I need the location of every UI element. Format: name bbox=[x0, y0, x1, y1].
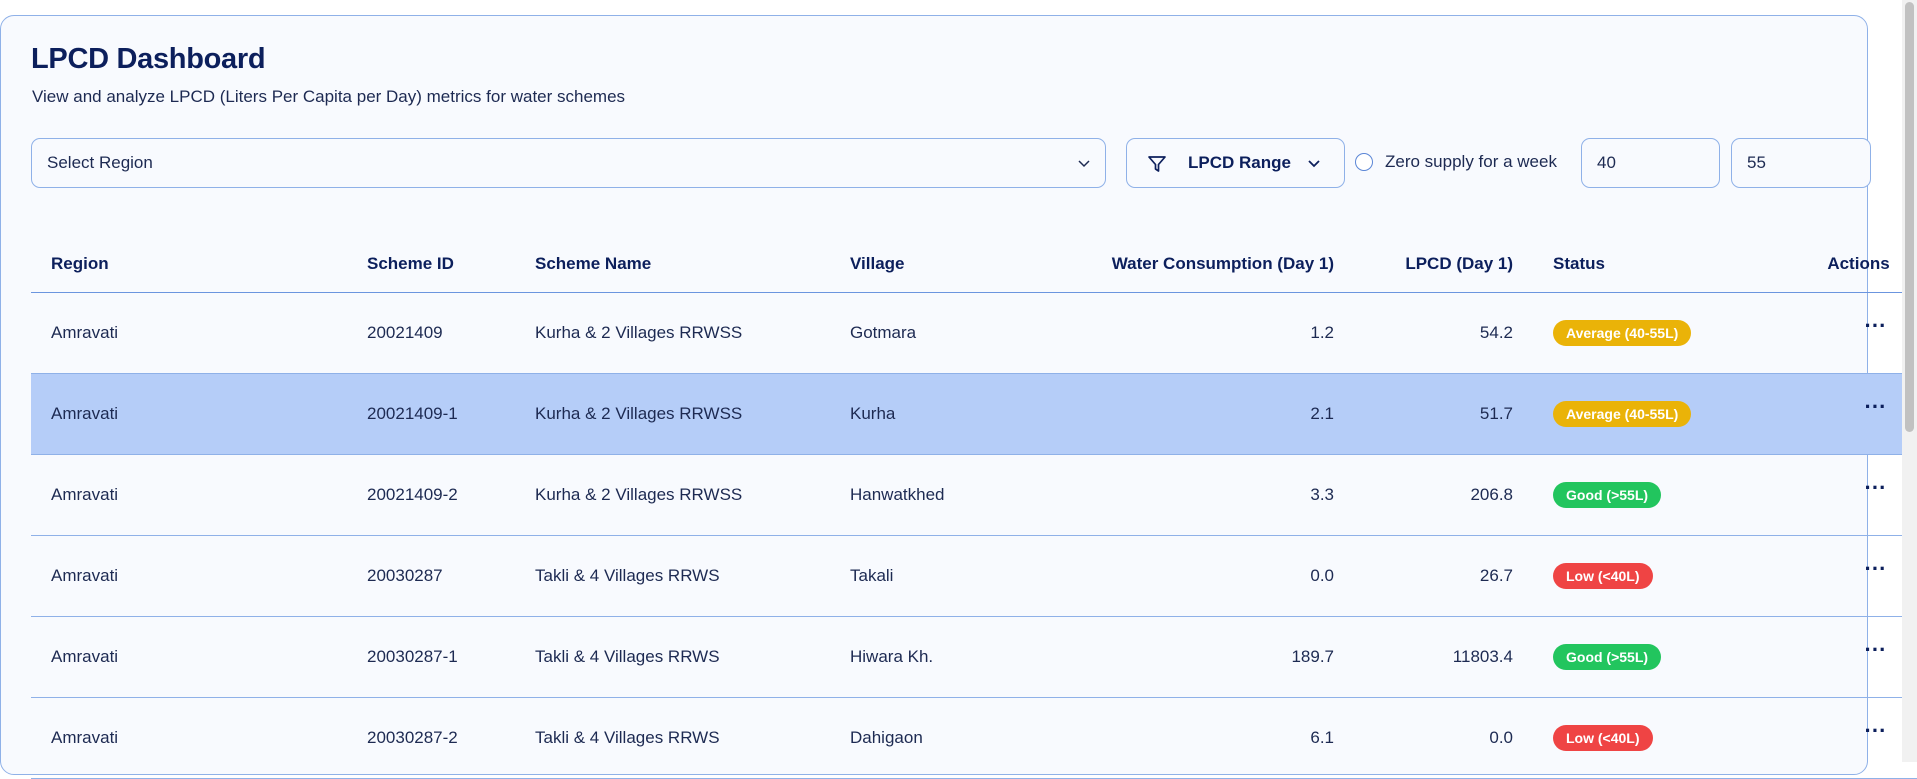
column-header-lpcd[interactable]: LPCD (Day 1) bbox=[1334, 236, 1513, 293]
cell-scheme-name: Kurha & 2 Villages RRWSS bbox=[535, 373, 850, 455]
scrollbar-thumb[interactable] bbox=[1905, 2, 1914, 432]
cell-status: Good (>55L) bbox=[1513, 454, 1788, 536]
cell-scheme-id: 20030287 bbox=[367, 535, 535, 617]
column-header-actions: Actions bbox=[1788, 236, 1917, 293]
more-horizontal-icon[interactable]: ··· bbox=[1831, 558, 1887, 580]
cell-actions: ··· bbox=[1788, 616, 1917, 698]
table-row[interactable]: Amravati 20030287-2 Takli & 4 Villages R… bbox=[31, 697, 1917, 779]
zero-supply-label: Zero supply for a week bbox=[1385, 152, 1557, 171]
cell-village: Takali bbox=[850, 535, 1040, 617]
cell-status: Low (<40L) bbox=[1513, 535, 1788, 617]
cell-water-consumption: 3.3 bbox=[1040, 454, 1334, 536]
lpcd-min-input[interactable] bbox=[1581, 138, 1720, 188]
cell-region: Amravati bbox=[31, 454, 367, 536]
cell-lpcd: 26.7 bbox=[1334, 535, 1513, 617]
region-select-label: Select Region bbox=[47, 153, 153, 172]
filter-icon bbox=[1148, 156, 1166, 172]
chevron-down-icon bbox=[1308, 160, 1320, 168]
column-header-scheme-name[interactable]: Scheme Name bbox=[535, 236, 850, 293]
column-header-village[interactable]: Village bbox=[850, 236, 1040, 293]
status-badge: Good (>55L) bbox=[1553, 644, 1662, 670]
table-row[interactable]: Amravati 20021409-2 Kurha & 2 Villages R… bbox=[31, 454, 1917, 536]
cell-scheme-name: Takli & 4 Villages RRWS bbox=[535, 535, 850, 617]
lpcd-dashboard-card: LPCD Dashboard View and analyze LPCD (Li… bbox=[0, 15, 1917, 779]
cell-scheme-id: 20021409 bbox=[367, 292, 535, 374]
cell-region: Amravati bbox=[31, 292, 367, 374]
cell-scheme-name: Kurha & 2 Villages RRWSS bbox=[535, 292, 850, 374]
status-badge: Good (>55L) bbox=[1553, 482, 1662, 508]
lpcd-max-input[interactable] bbox=[1731, 138, 1871, 188]
cell-water-consumption: 189.7 bbox=[1040, 616, 1334, 698]
table-row[interactable]: Amravati 20030287-1 Takli & 4 Villages R… bbox=[31, 616, 1917, 698]
cell-status: Average (40-55L) bbox=[1513, 373, 1788, 455]
lpcd-table: Region Scheme ID Scheme Name Village Wat… bbox=[31, 236, 1917, 779]
chevron-down-icon bbox=[1078, 160, 1090, 168]
cell-actions: ··· bbox=[1788, 292, 1917, 374]
cell-water-consumption: 2.1 bbox=[1040, 373, 1334, 455]
cell-scheme-id: 20030287-1 bbox=[367, 616, 535, 698]
cell-region: Amravati bbox=[31, 697, 367, 779]
cell-lpcd: 11803.4 bbox=[1334, 616, 1513, 698]
table-row[interactable]: Amravati 20021409 Kurha & 2 Villages RRW… bbox=[31, 292, 1917, 374]
region-select[interactable]: Select Region bbox=[31, 138, 1106, 188]
status-badge: Low (<40L) bbox=[1553, 563, 1653, 589]
cell-actions: ··· bbox=[1788, 697, 1917, 779]
column-header-scheme-id[interactable]: Scheme ID bbox=[367, 236, 535, 293]
cell-region: Amravati bbox=[31, 373, 367, 455]
table-header-row: Region Scheme ID Scheme Name Village Wat… bbox=[31, 236, 1917, 293]
cell-status: Average (40-55L) bbox=[1513, 292, 1788, 374]
cell-actions: ··· bbox=[1788, 454, 1917, 536]
status-badge: Average (40-55L) bbox=[1553, 320, 1692, 346]
cell-region: Amravati bbox=[31, 616, 367, 698]
zero-supply-radio[interactable] bbox=[1355, 153, 1373, 171]
cell-actions: ··· bbox=[1788, 535, 1917, 617]
cell-village: Kurha bbox=[850, 373, 1040, 455]
cell-village: Dahigaon bbox=[850, 697, 1040, 779]
cell-scheme-name: Kurha & 2 Villages RRWSS bbox=[535, 454, 850, 536]
table-row[interactable]: Amravati 20030287 Takli & 4 Villages RRW… bbox=[31, 535, 1917, 617]
column-header-status[interactable]: Status bbox=[1513, 236, 1788, 293]
status-badge: Average (40-55L) bbox=[1553, 401, 1692, 427]
cell-scheme-id: 20021409-1 bbox=[367, 373, 535, 455]
cell-status: Good (>55L) bbox=[1513, 616, 1788, 698]
cell-lpcd: 51.7 bbox=[1334, 373, 1513, 455]
cell-scheme-name: Takli & 4 Villages RRWS bbox=[535, 616, 850, 698]
more-horizontal-icon[interactable]: ··· bbox=[1831, 639, 1887, 661]
cell-scheme-name: Takli & 4 Villages RRWS bbox=[535, 697, 850, 779]
column-header-water-consumption[interactable]: Water Consumption (Day 1) bbox=[1040, 236, 1334, 293]
cell-village: Gotmara bbox=[850, 292, 1040, 374]
cell-water-consumption: 1.2 bbox=[1040, 292, 1334, 374]
more-horizontal-icon[interactable]: ··· bbox=[1831, 477, 1887, 499]
cell-water-consumption: 0.0 bbox=[1040, 535, 1334, 617]
table-row[interactable]: Amravati 20021409-1 Kurha & 2 Villages R… bbox=[31, 373, 1917, 455]
more-horizontal-icon[interactable]: ··· bbox=[1831, 720, 1887, 742]
cell-scheme-id: 20030287-2 bbox=[367, 697, 535, 779]
cell-region: Amravati bbox=[31, 535, 367, 617]
page-subtitle: View and analyze LPCD (Liters Per Capita… bbox=[32, 87, 626, 106]
cell-lpcd: 54.2 bbox=[1334, 292, 1513, 374]
more-horizontal-icon[interactable]: ··· bbox=[1831, 396, 1887, 418]
cell-lpcd: 206.8 bbox=[1334, 454, 1513, 536]
cell-village: Hiwara Kh. bbox=[850, 616, 1040, 698]
cell-actions: ··· bbox=[1788, 373, 1917, 455]
column-header-region[interactable]: Region bbox=[31, 236, 367, 293]
cell-status: Low (<40L) bbox=[1513, 697, 1788, 779]
page-title: LPCD Dashboard bbox=[31, 43, 266, 75]
cell-lpcd: 0.0 bbox=[1334, 697, 1513, 779]
lpcd-range-label: LPCD Range bbox=[1188, 153, 1291, 172]
lpcd-range-dropdown[interactable]: LPCD Range bbox=[1126, 138, 1345, 188]
cell-scheme-id: 20021409-2 bbox=[367, 454, 535, 536]
more-horizontal-icon[interactable]: ··· bbox=[1831, 315, 1887, 337]
status-badge: Low (<40L) bbox=[1553, 725, 1653, 751]
lpcd-table-container: Region Scheme ID Scheme Name Village Wat… bbox=[31, 236, 1917, 779]
cell-village: Hanwatkhed bbox=[850, 454, 1040, 536]
cell-water-consumption: 6.1 bbox=[1040, 697, 1334, 779]
